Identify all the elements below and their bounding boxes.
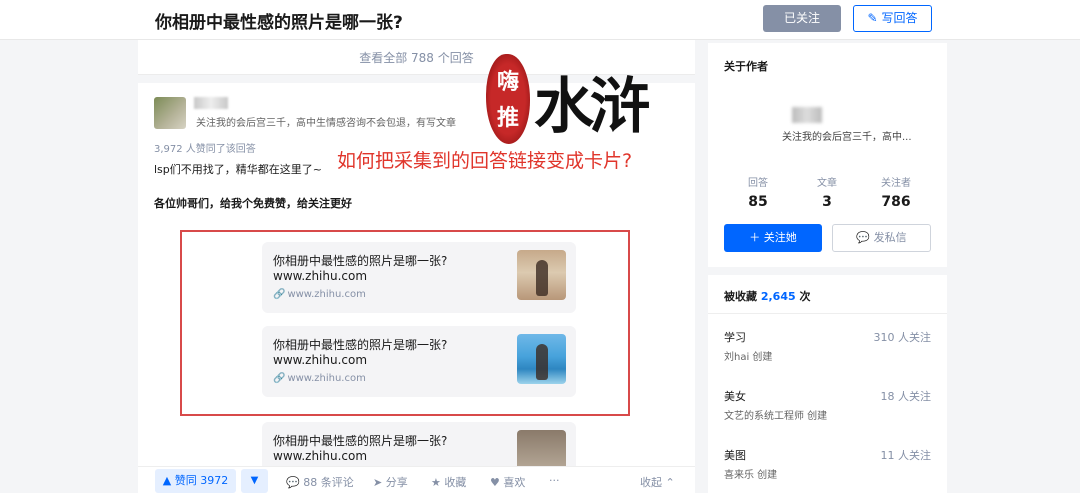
star-icon: ★ — [431, 476, 441, 489]
vote-count-line: 3,972 人赞同了该回答 — [154, 144, 256, 155]
link-card-thumbnail — [517, 334, 566, 384]
send-message-label: 发私信 — [873, 231, 907, 244]
collection-name[interactable]: 美图 — [724, 447, 746, 463]
author-avatar[interactable] — [154, 97, 186, 129]
author-name-blurred[interactable] — [194, 97, 228, 109]
link-card-domain: www.zhihu.com — [273, 353, 368, 367]
write-answer-button[interactable]: ✎ 写回答 — [853, 5, 932, 32]
chat-bubble-icon: 💬 — [856, 231, 871, 244]
collection-item[interactable]: 学习 刘hai 创建 310 人关注 — [724, 329, 931, 369]
share-icon: ➤ — [373, 476, 383, 489]
link-card[interactable]: 你相册中最性感的照片是哪一张? www.zhihu.com 🔗 www.zhihu… — [262, 242, 576, 313]
thumbnail-figure — [536, 260, 548, 296]
stat-label: 文章 — [817, 178, 837, 189]
collection-followers: 11 人关注 — [880, 449, 932, 462]
stat-articles[interactable]: 文章 3 — [797, 174, 857, 210]
chevron-up-icon: ⌃ — [665, 476, 675, 489]
about-author-title: 关于作者 — [724, 60, 768, 73]
top-bar: 你相册中最性感的照片是哪一张? 已关注 ✎ 写回答 — [0, 0, 1080, 40]
stat-label: 回答 — [748, 178, 768, 189]
downvote-button[interactable]: ▼ — [241, 469, 268, 493]
like-button[interactable]: ♥ 喜欢 — [490, 474, 525, 490]
red-seal-stamp: 嗨 推 — [486, 54, 530, 144]
stat-followers[interactable]: 关注者 786 — [866, 174, 926, 210]
collection-name[interactable]: 学习 — [724, 329, 746, 345]
overlay-caption: 如何把采集到的回答链接变成卡片? — [337, 150, 633, 172]
link-card-url: 🔗 www.zhihu.com — [273, 289, 366, 300]
plus-icon: ＋ — [749, 231, 761, 244]
comments-button[interactable]: 💬 88 条评论 — [286, 474, 354, 490]
seal-char: 推 — [496, 105, 519, 131]
link-card-title: 你相册中最性感的照片是哪一张? — [273, 338, 448, 352]
comment-icon: 💬 — [286, 476, 300, 489]
collection-creator: 文艺的系统工程师 创建 — [724, 411, 828, 422]
collection-item[interactable]: 美图 喜来乐 创建 11 人关注 — [724, 447, 931, 487]
collection-creator: 喜来乐 创建 — [724, 470, 778, 481]
collections-count[interactable]: 2,645 — [761, 290, 796, 303]
collections-prefix: 被收藏 — [724, 290, 757, 303]
collections-suffix: 次 — [799, 290, 811, 303]
comments-label: 88 条评论 — [303, 476, 354, 489]
answer-text-line: lsp们不用找了，精华都在这里了~ — [154, 163, 322, 176]
collection-followers: 310 人关注 — [873, 331, 932, 344]
question-title[interactable]: 你相册中最性感的照片是哪一张? — [155, 8, 403, 33]
stat-answers[interactable]: 回答 85 — [728, 174, 788, 210]
about-author-card: 关于作者 关注我的会后宫三千，高中... 回答 85 文章 3 关注者 786 … — [708, 43, 947, 267]
follow-author-button[interactable]: ＋ 关注她 — [724, 224, 822, 252]
followed-button[interactable]: 已关注 — [763, 5, 841, 32]
author-bio-short: 关注我的会后宫三千，高中... — [782, 132, 912, 143]
link-card-domain: www.zhihu.com — [273, 449, 368, 463]
collapse-button[interactable]: 收起 ⌃ — [640, 474, 675, 490]
link-card-url-text: www.zhihu.com — [287, 289, 366, 300]
link-card-title: 你相册中最性感的照片是哪一张? — [273, 254, 448, 268]
link-icon: 🔗 — [273, 289, 286, 300]
favorite-button[interactable]: ★ 收藏 — [431, 474, 466, 490]
collections-header: 被收藏 2,645 次 — [724, 288, 810, 304]
collections-card: 被收藏 2,645 次 学习 刘hai 创建 310 人关注 美女 文艺的系统工… — [708, 275, 947, 493]
link-card-domain: www.zhihu.com — [273, 269, 368, 283]
collection-followers: 18 人关注 — [880, 390, 932, 403]
collection-item[interactable]: 美女 文艺的系统工程师 创建 18 人关注 — [724, 388, 931, 428]
seal-char: 嗨 — [496, 69, 519, 95]
stat-label: 关注者 — [881, 178, 911, 189]
brush-calligraphy-title: 水浒 — [534, 72, 650, 142]
divider — [708, 313, 947, 314]
link-card-url: 🔗 www.zhihu.com — [273, 373, 366, 384]
link-card-thumbnail — [517, 250, 566, 300]
answer-action-bar: ▲ 赞同 3972 ▼ 💬 88 条评论 ➤ 分享 ★ 收藏 ♥ 喜欢 ··· … — [138, 466, 695, 493]
collection-name[interactable]: 美女 — [724, 388, 746, 404]
link-card[interactable]: 你相册中最性感的照片是哪一张? www.zhihu.com 🔗 www.zhihu… — [262, 326, 576, 397]
answer-text-bold: 各位帅哥们，给我个免费赞，给关注更好 — [154, 197, 352, 210]
stat-value: 786 — [881, 194, 911, 210]
collapse-label: 收起 — [640, 476, 662, 489]
follow-author-label: 关注她 — [763, 231, 797, 244]
pencil-icon: ✎ — [867, 11, 878, 25]
more-button[interactable]: ··· — [549, 474, 560, 487]
share-label: 分享 — [385, 476, 408, 489]
stat-value: 3 — [822, 194, 832, 210]
send-message-button[interactable]: 💬 发私信 — [832, 224, 931, 252]
heart-icon: ♥ — [490, 476, 500, 489]
share-button[interactable]: ➤ 分享 — [373, 474, 408, 490]
write-answer-label: 写回答 — [881, 11, 918, 25]
collection-creator: 刘hai 创建 — [724, 352, 773, 363]
stat-value: 85 — [748, 194, 768, 210]
author-bio: 关注我的会后宫三千，高中生情感咨询不会包退，有写文章 — [196, 118, 456, 129]
thumbnail-figure — [536, 344, 548, 380]
upvote-button[interactable]: ▲ 赞同 3972 — [155, 469, 236, 493]
link-card-url-text: www.zhihu.com — [287, 373, 366, 384]
favorite-label: 收藏 — [444, 476, 467, 489]
author-name-blurred[interactable] — [792, 107, 822, 123]
like-label: 喜欢 — [503, 476, 526, 489]
link-card-title: 你相册中最性感的照片是哪一张? — [273, 434, 448, 448]
link-icon: 🔗 — [273, 373, 286, 384]
